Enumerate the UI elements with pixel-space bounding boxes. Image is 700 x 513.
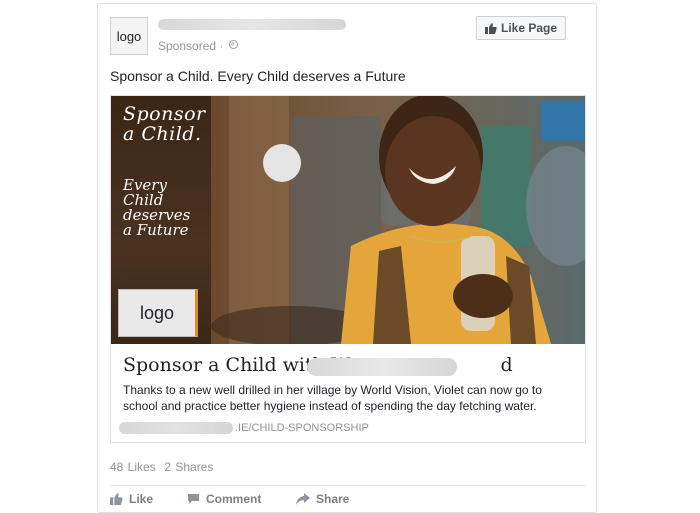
comment-label: Comment: [206, 492, 262, 506]
divider: [110, 485, 586, 486]
comment-icon: [188, 494, 199, 504]
globe-icon: [229, 40, 238, 49]
ad-headline: Sponsor a Child.: [123, 103, 206, 145]
share-label: Share: [316, 492, 350, 506]
page-name-redacted[interactable]: [158, 19, 346, 30]
link-attachment[interactable]: Sponsor a Child. Every Child deserves a …: [110, 95, 586, 443]
page-logo[interactable]: logo: [110, 17, 148, 55]
like-page-button[interactable]: Like Page: [476, 16, 566, 40]
post-text: Sponsor a Child. Every Child deserves a …: [110, 68, 406, 84]
comment-button[interactable]: Comment: [187, 492, 261, 506]
link-description: Thanks to a new well drilled in her vill…: [123, 383, 542, 413]
link-domain-redacted: [119, 422, 233, 434]
thumbs-up-icon: [110, 493, 123, 505]
sponsored-post-card: logo Sponsored · Like Page Sponsor a Chi…: [97, 3, 597, 513]
thumbs-up-icon: [484, 22, 497, 34]
share-button[interactable]: Share: [296, 492, 349, 506]
link-title-redacted: [307, 358, 457, 376]
link-domain: .IE/CHILD-SPONSORSHIP: [235, 422, 369, 434]
ad-logo: logo: [118, 289, 198, 337]
redacted-mark: [263, 144, 301, 182]
ad-subline: Every Child deserves a Future: [123, 176, 191, 239]
shares-count[interactable]: 2 Shares: [164, 460, 213, 474]
share-icon: [296, 493, 310, 505]
post-stats: 48 Likes 2 Shares: [110, 460, 213, 474]
like-button[interactable]: Like: [110, 492, 153, 506]
ad-image[interactable]: Sponsor a Child. Every Child deserves a …: [111, 96, 585, 344]
ad-text-panel: Sponsor a Child. Every Child deserves a …: [111, 96, 211, 344]
like-label: Like: [129, 492, 154, 506]
like-page-label: Like Page: [500, 21, 558, 35]
sponsored-label: Sponsored ·: [158, 39, 224, 53]
likes-count[interactable]: 48 Likes: [110, 460, 156, 474]
link-title-tail: d: [500, 354, 513, 376]
post-actions: Like Comment Share: [110, 492, 510, 512]
